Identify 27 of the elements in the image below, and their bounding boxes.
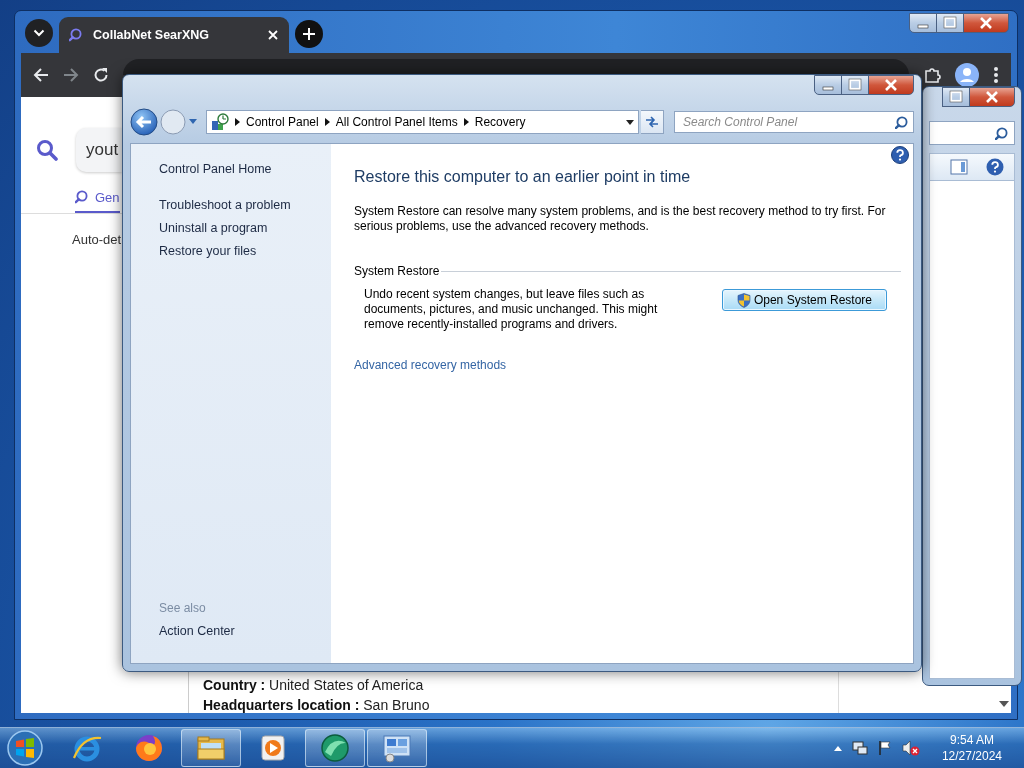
advanced-recovery-link[interactable]: Advanced recovery methods [354, 358, 507, 372]
date-text: 12/27/2024 [941, 748, 1002, 764]
time-text: 9:54 AM [949, 732, 994, 748]
search-field[interactable]: Search Control Panel [674, 111, 914, 133]
category-tab[interactable]: Gen [75, 189, 120, 213]
open-system-restore-button[interactable]: Open System Restore [721, 289, 887, 311]
sidebar-link[interactable]: Uninstall a program [159, 217, 331, 240]
breadcrumb-link[interactable]: Control Panel [246, 115, 319, 129]
sidebar-link[interactable]: Troubleshoot a problem [159, 194, 331, 217]
section-text: Undo recent system changes, but leave files such as documents, pictures, and music unchanged. This might remove recently-installed programs and drivers. [364, 287, 659, 332]
tab-title: CollabNet SearXNG [93, 28, 210, 42]
auto-detect-text: Auto-det [72, 232, 122, 247]
intro-text: System Restore can resolve many system problems, and is the best recovery method to try first. For serious problems, use the advanced recovery methods. [354, 204, 887, 234]
search-field[interactable]: yout [76, 128, 122, 172]
section-title: System Restore [354, 264, 440, 278]
breadcrumb-link[interactable]: All Control Panel Items [335, 115, 458, 129]
breadcrumb-link[interactable]: Recovery [474, 115, 526, 129]
page-heading: Restore this computer to an earlier point in time [354, 168, 692, 186]
address-bar[interactable]: Control Panel All Control Panel Items Recovery [206, 110, 639, 134]
sidebar-link[interactable]: Action Center [159, 620, 331, 643]
see-also-heading: See also [159, 600, 207, 617]
sidebar-link[interactable]: Control Panel Home [159, 158, 331, 181]
info-row-text: Headquarters location : San Bruno [203, 697, 431, 713]
sidebar-link[interactable]: Restore your files [159, 240, 331, 263]
info-row-text: Country : United States of America [203, 677, 425, 693]
clock[interactable]: 9:54 AM 12/27/2024 [941, 732, 1002, 764]
browser-tab[interactable]: CollabNet SearXNG [59, 17, 289, 53]
